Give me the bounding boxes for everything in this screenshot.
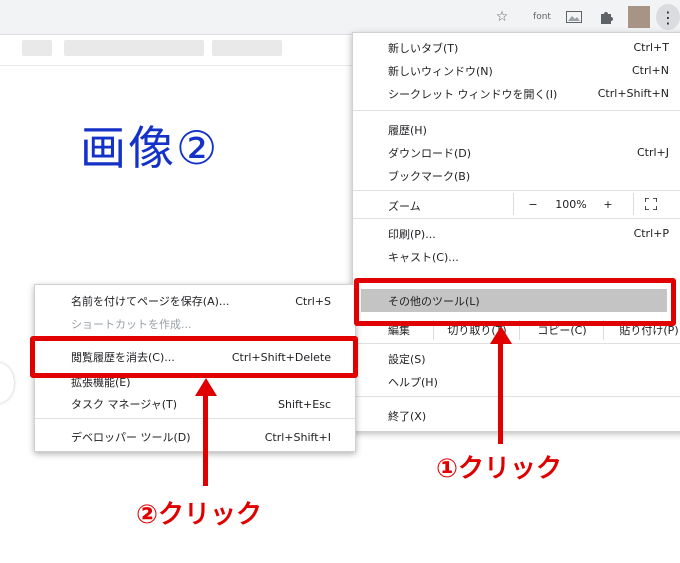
menu-separator [353,110,680,111]
menu-item-label: 新しいウィンドウ(N) [388,64,493,78]
highlight-more-tools [354,278,676,326]
submenu-item-shortcut: Ctrl+Shift+I [264,430,331,444]
zoom-row: ズーム − 100% + [353,193,680,216]
address-bar[interactable] [0,4,520,30]
menu-item-label: 印刷(P)... [388,227,436,241]
menu-item-history[interactable]: 履歴(H) [353,118,680,141]
menu-item-label: ブックマーク(B) [388,169,471,183]
menu-separator [353,396,680,397]
zoom-level: 100% [555,197,587,211]
menu-item-label: 新しいタブ(T) [388,41,459,55]
submenu-item-label: デベロッパー ツール(D) [71,431,191,444]
puzzle-icon[interactable] [596,7,616,27]
menu-item-shortcut: Ctrl+N [631,64,669,77]
image-extension-icon[interactable] [564,7,584,27]
menu-item-label: ヘルプ(H) [388,375,438,389]
menu-separator [353,218,680,219]
side-panel-button[interactable] [0,363,14,403]
submenu-item-label: 名前を付けてページを保存(A)... [71,295,230,308]
bookmark-item[interactable] [64,40,204,56]
menu-separator [353,343,680,344]
menu-item-label: 終了(X) [388,409,427,423]
bookmark-item[interactable] [212,40,282,56]
annotation-step1: ①クリック [436,454,563,484]
arrow-shaft [203,394,208,486]
menu-item-print[interactable]: 印刷(P)... Ctrl+P [353,222,680,245]
menu-item-new-window[interactable]: 新しいウィンドウ(N) Ctrl+N [353,59,680,82]
submenu-item-label: ショートカットを作成... [71,318,192,331]
menu-item-settings[interactable]: 設定(S) [353,347,680,370]
menu-item-label: 履歴(H) [388,123,427,137]
bookmark-item[interactable] [22,40,52,56]
submenu-item-developer-tools[interactable]: デベロッパー ツール(D) Ctrl+Shift+I [35,426,355,448]
menu-item-shortcut: Ctrl+J [636,146,669,159]
avatar[interactable] [628,6,650,28]
submenu-item-create-shortcut: ショートカットを作成... [35,313,355,335]
star-icon[interactable]: ☆ [492,7,512,27]
zoom-in-button[interactable]: + [591,193,625,215]
kebab-menu-icon[interactable]: ⋮ [656,4,680,30]
submenu-item-shortcut: Ctrl+S [295,294,331,308]
menu-item-label: キャスト(C)... [388,250,459,264]
zoom-out-button[interactable]: − [513,193,552,215]
fullscreen-icon[interactable] [633,193,668,215]
menu-item-help[interactable]: ヘルプ(H) [353,370,680,393]
menu-separator [353,190,680,191]
menu-item-shortcut: Ctrl+P [633,227,669,240]
menu-item-exit[interactable]: 終了(X) [353,404,680,427]
menu-item-downloads[interactable]: ダウンロード(D) Ctrl+J [353,141,680,164]
font-extension-icon[interactable]: font [528,7,556,27]
menu-item-shortcut: Ctrl+Shift+N [597,87,669,100]
submenu-item-task-manager[interactable]: タスク マネージャ(T) Shift+Esc [35,393,355,415]
submenu-item-label: タスク マネージャ(T) [71,398,178,411]
submenu-item-shortcut: Shift+Esc [278,397,331,411]
menu-item-label: 設定(S) [388,352,426,366]
menu-item-new-tab[interactable]: 新しいタブ(T) Ctrl+T [353,36,680,59]
highlight-clear-history [30,336,358,378]
menu-item-bookmarks[interactable]: ブックマーク(B) [353,164,680,187]
menu-item-shortcut: Ctrl+T [633,41,669,54]
submenu-item-save-page[interactable]: 名前を付けてページを保存(A)... Ctrl+S [35,290,355,312]
chrome-main-menu: 新しいタブ(T) Ctrl+T 新しいウィンドウ(N) Ctrl+N シークレッ… [352,32,680,432]
annotation-step2: ②クリック [136,500,263,530]
menu-separator [35,418,355,419]
arrow-shaft [498,342,503,444]
page-heading: 画像② [80,121,220,175]
menu-item-label: ダウンロード(D) [388,146,472,160]
menu-item-incognito[interactable]: シークレット ウィンドウを開く(I) Ctrl+Shift+N [353,82,680,105]
menu-item-label: シークレット ウィンドウを開く(I) [388,87,558,101]
zoom-label: ズーム [388,200,421,213]
menu-item-cast[interactable]: キャスト(C)... [353,245,680,268]
